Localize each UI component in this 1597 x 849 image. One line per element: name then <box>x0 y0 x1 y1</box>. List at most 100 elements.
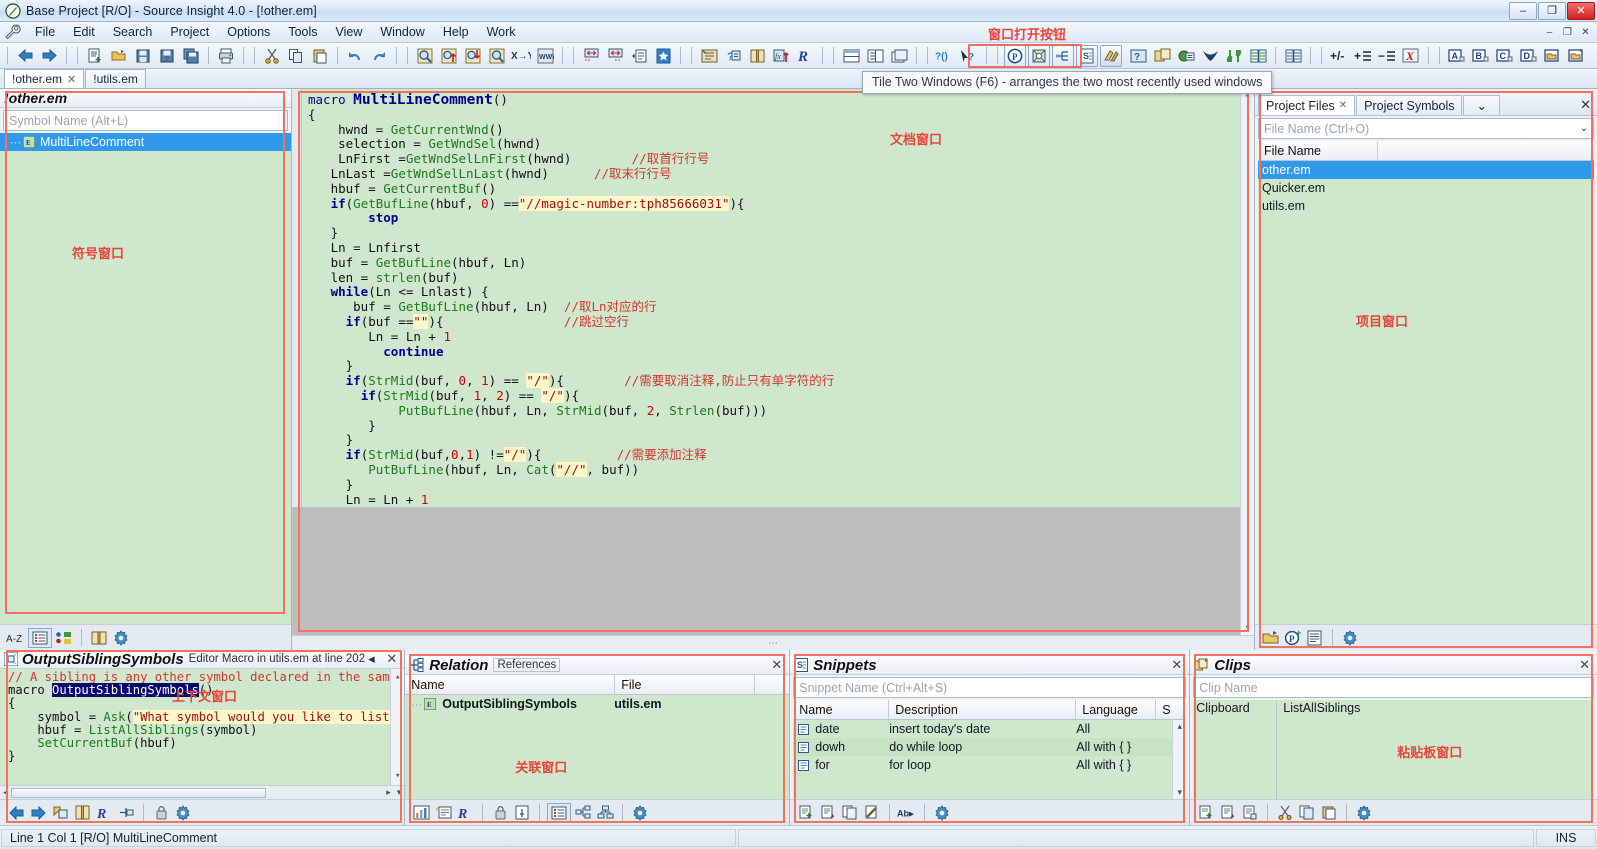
doc-tab-utils-em[interactable]: !utils.em <box>85 69 146 88</box>
tile-two-windows-icon[interactable] <box>1100 44 1122 67</box>
open-project-icon[interactable] <box>1261 628 1281 648</box>
reference-book-icon[interactable] <box>746 45 768 67</box>
symbol-search-input[interactable]: Symbol Name (Alt+L) <box>3 110 288 131</box>
folder-icon[interactable] <box>1542 45 1564 67</box>
context-window-icon[interactable]: ? <box>1127 45 1149 67</box>
column-header-extra[interactable] <box>755 675 789 694</box>
snippet-search-input[interactable]: Snippet Name (Ctrl+Alt+S) <box>793 677 1187 698</box>
relation-row[interactable]: ⋯ E OutputSiblingSymbols utils.em <box>405 695 789 713</box>
save-all-icon[interactable] <box>180 45 202 67</box>
bookmark-icon[interactable] <box>652 45 674 67</box>
new-clip-icon[interactable] <box>1196 803 1216 823</box>
new-window-icon[interactable] <box>1151 45 1173 67</box>
close-icon[interactable]: ✕ <box>1576 657 1593 673</box>
context-horizontal-scrollbar[interactable]: ◂ ▸ ▾ <box>0 785 405 799</box>
snippet-row[interactable]: date insert today's date All <box>793 720 1172 738</box>
bookmark-c-icon[interactable]: C <box>1494 45 1516 67</box>
delete-snippet-icon[interactable] <box>862 803 882 823</box>
gear-icon[interactable] <box>1340 628 1360 648</box>
expand-left-icon[interactable] <box>580 45 602 67</box>
gear-icon[interactable] <box>932 803 952 823</box>
scroll-down-icon[interactable]: ▾ <box>394 787 405 798</box>
close-icon[interactable]: ✕ <box>1339 100 1347 111</box>
scroll-left-icon[interactable]: ◂ <box>0 787 11 798</box>
editor-horizontal-scrollbar[interactable]: ⋯ <box>292 635 1254 650</box>
symbol-list-item[interactable]: ⋯ E MultiLineComment <box>0 133 291 151</box>
column-header-file[interactable]: File <box>615 675 756 694</box>
column-header-file-name[interactable]: File Name <box>1258 141 1378 160</box>
column-header-description[interactable]: Description <box>889 700 1077 719</box>
copy-clip-icon[interactable] <box>1297 803 1317 823</box>
bookmark-d-icon[interactable]: D <box>1518 45 1540 67</box>
book-icon[interactable] <box>89 628 109 648</box>
column-header-s[interactable]: S <box>1156 700 1186 719</box>
close-icon[interactable]: ✕ <box>1168 657 1185 673</box>
column-header-name[interactable]: Name <box>793 700 890 719</box>
symbol-info-icon[interactable]: ? <box>722 45 744 67</box>
open-file-icon[interactable] <box>108 45 130 67</box>
mdi-restore-button[interactable]: ❐ <box>1559 25 1576 40</box>
scroll-up-icon[interactable]: ▴ <box>1177 720 1182 732</box>
replace-icon[interactable]: X→Y <box>510 45 532 67</box>
indent-icon[interactable] <box>628 45 650 67</box>
pin-icon[interactable] <box>512 803 532 823</box>
context-icon[interactable] <box>50 803 70 823</box>
copy-icon[interactable] <box>285 45 307 67</box>
close-icon[interactable]: ✕ <box>383 651 400 667</box>
back-icon[interactable] <box>14 45 36 67</box>
book-icon[interactable] <box>72 803 92 823</box>
gear-icon[interactable] <box>111 628 131 648</box>
project-file-row[interactable]: utils.em <box>1258 197 1594 215</box>
new-file-icon[interactable] <box>84 45 106 67</box>
tile-vertical-icon[interactable] <box>864 45 886 67</box>
cut-icon[interactable] <box>261 45 283 67</box>
status-insert-mode[interactable]: INS <box>1536 828 1596 847</box>
relation-window-icon[interactable] <box>1052 44 1074 67</box>
column-header-language[interactable]: Language <box>1076 700 1157 719</box>
symbol-window-icon[interactable] <box>1028 44 1050 67</box>
remove-line-icon[interactable]: − <box>1376 45 1398 67</box>
symbol-filter-icon[interactable] <box>54 628 74 648</box>
lock-icon[interactable] <box>490 803 510 823</box>
print-icon[interactable] <box>215 45 237 67</box>
menu-item-file[interactable]: File <box>26 23 64 41</box>
help-paren-icon[interactable]: ?() <box>934 45 956 67</box>
relation-list[interactable]: ⋯ E OutputSiblingSymbols utils.em 关联窗口 <box>405 695 790 799</box>
menu-item-view[interactable]: View <box>327 23 372 41</box>
menu-item-edit[interactable]: Edit <box>64 23 104 41</box>
minimize-button[interactable]: – <box>1509 1 1537 20</box>
relation-r-icon[interactable]: R <box>794 45 816 67</box>
edit-snippet-icon[interactable] <box>818 803 838 823</box>
scroll-down-icon[interactable]: ▾ <box>395 770 400 785</box>
properties-icon[interactable] <box>433 803 453 823</box>
chevron-down-icon[interactable]: ⌄ <box>1580 123 1588 134</box>
save-as-icon[interactable]: ? <box>156 45 178 67</box>
relation-r-icon[interactable]: R <box>94 803 114 823</box>
hscroll-grip[interactable]: ⋯ <box>768 638 778 649</box>
tree-view-icon[interactable] <box>573 803 593 823</box>
merge-icon[interactable] <box>1223 45 1245 67</box>
paste-icon2[interactable] <box>1319 803 1339 823</box>
file-search-input[interactable]: File Name (Ctrl+O) ⌄ <box>1258 118 1594 139</box>
compare-icon[interactable] <box>1247 45 1269 67</box>
gear-icon[interactable] <box>630 803 650 823</box>
graph-view-icon[interactable] <box>595 803 615 823</box>
scroll-down-icon[interactable]: ▾ <box>1177 787 1182 799</box>
code-editor[interactable]: macro MultiLineComment(){ hwnd = GetCurr… <box>292 89 1254 635</box>
help-pointer-icon[interactable]: ? <box>958 45 980 67</box>
undo-icon[interactable] <box>344 45 366 67</box>
editor-vertical-scrollbar[interactable]: ▴ ▾ <box>1240 89 1254 635</box>
search-forward-icon[interactable] <box>462 45 484 67</box>
column-header-name[interactable]: Name <box>405 675 616 694</box>
gear-icon[interactable] <box>173 803 193 823</box>
snippet-row[interactable]: for for loop All with { } <box>793 756 1172 774</box>
new-snippet-icon[interactable] <box>796 803 816 823</box>
clear-x-icon[interactable]: X <box>1400 45 1422 67</box>
cut-clip-icon[interactable] <box>1275 803 1295 823</box>
forward-icon[interactable] <box>38 45 60 67</box>
mdi-close-button[interactable]: ✕ <box>1577 25 1594 40</box>
project-window-icon[interactable]: P <box>1004 44 1026 67</box>
scroll-down-icon[interactable]: ▾ <box>1245 622 1250 635</box>
list-view-icon[interactable] <box>28 627 52 648</box>
list-view-icon[interactable] <box>547 802 572 823</box>
